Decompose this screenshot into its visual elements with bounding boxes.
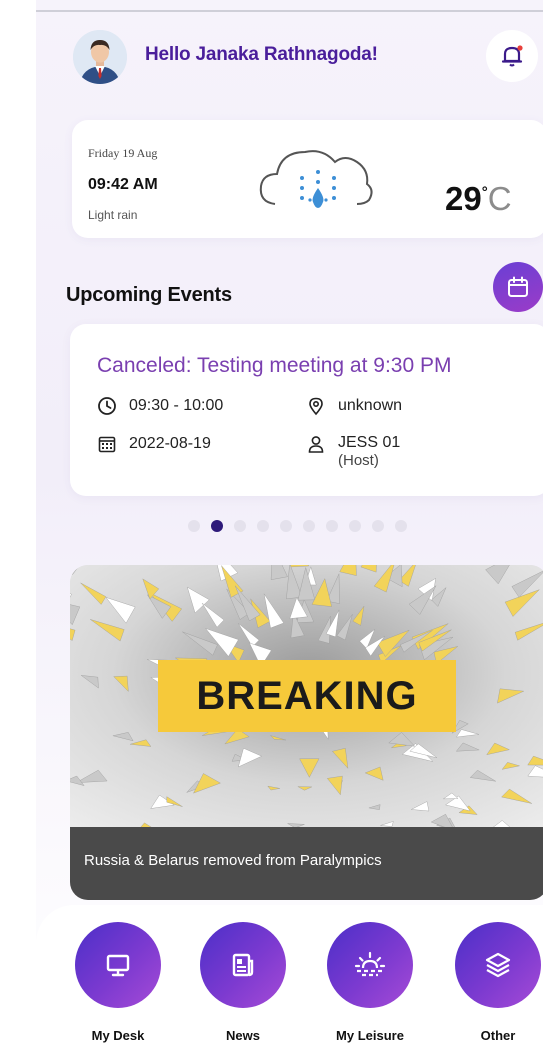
event-time-row: 09:30 - 10:00 bbox=[97, 396, 223, 416]
carousel-dot[interactable] bbox=[280, 520, 292, 532]
carousel-indicator[interactable] bbox=[188, 520, 407, 532]
nav-my-leisure-button[interactable] bbox=[327, 922, 413, 1008]
calendar-icon bbox=[508, 276, 528, 297]
event-time: 09:30 - 10:00 bbox=[129, 397, 224, 414]
temperature-unit: C bbox=[487, 180, 512, 217]
carousel-dot-active[interactable] bbox=[211, 520, 223, 532]
event-location-row: unknown bbox=[306, 396, 402, 416]
person-icon bbox=[308, 436, 324, 453]
nav-my-desk-button[interactable] bbox=[75, 922, 161, 1008]
event-card[interactable]: Canceled: Testing meeting at 9:30 PM 09:… bbox=[70, 324, 543, 496]
nav-my-leisure-label: My Leisure bbox=[336, 1028, 404, 1043]
upcoming-events-heading: Upcoming Events bbox=[66, 284, 232, 306]
nav-news-button[interactable] bbox=[200, 922, 286, 1008]
headline-bar: Russia & Belarus removed from Paralympic… bbox=[70, 827, 543, 900]
layers-icon bbox=[485, 952, 511, 978]
greeting-text: Hello Janaka Rathnagoda! bbox=[145, 44, 378, 65]
event-host-row: JESS 01 (Host) bbox=[306, 434, 400, 470]
carousel-dot[interactable] bbox=[395, 520, 407, 532]
temperature-value: 29 bbox=[445, 180, 482, 217]
news-headline[interactable]: Russia & Belarus removed from Paralympic… bbox=[84, 852, 382, 869]
sunrise-icon bbox=[354, 951, 386, 977]
event-date: 2022-08-19 bbox=[129, 435, 211, 452]
breaking-label: BREAKING bbox=[196, 673, 418, 718]
news-banner[interactable]: BREAKING Russia & Belarus removed from P… bbox=[70, 565, 543, 900]
weather-time: 09:42 AM bbox=[88, 176, 158, 193]
carousel-dot[interactable] bbox=[326, 520, 338, 532]
carousel-dot[interactable] bbox=[372, 520, 384, 532]
carousel-dot[interactable] bbox=[188, 520, 200, 532]
cloud-rain-icon bbox=[259, 150, 373, 208]
nav-my-desk[interactable]: My Desk bbox=[58, 922, 178, 1043]
calendar-grid-icon bbox=[98, 436, 116, 453]
monitor-icon bbox=[106, 954, 130, 977]
nav-other[interactable]: Other bbox=[438, 922, 543, 1043]
left-edge bbox=[0, 0, 36, 1040]
avatar-icon bbox=[73, 30, 127, 84]
event-title: Canceled: Testing meeting at 9:30 PM bbox=[97, 354, 452, 377]
event-host-name: JESS 01 bbox=[338, 434, 401, 451]
nav-news-label: News bbox=[226, 1028, 260, 1043]
carousel-dot[interactable] bbox=[303, 520, 315, 532]
event-host: JESS 01 (Host) bbox=[338, 434, 400, 470]
weather-card[interactable]: Friday 19 Aug 09:42 AM Light rain 29°C bbox=[72, 120, 543, 238]
event-host-role: (Host) bbox=[338, 452, 379, 469]
breaking-label-box: BREAKING bbox=[158, 660, 456, 732]
nav-my-desk-label: My Desk bbox=[91, 1028, 145, 1043]
location-pin-icon bbox=[309, 397, 323, 416]
event-location: unknown bbox=[338, 397, 403, 414]
app-screen: Hello Janaka Rathnagoda! Friday 19 Aug 0… bbox=[0, 0, 543, 1043]
nav-other-button[interactable] bbox=[455, 922, 541, 1008]
nav-news[interactable]: News bbox=[183, 922, 303, 1043]
nav-other-label: Other bbox=[480, 1028, 516, 1043]
notifications-button[interactable] bbox=[486, 30, 538, 82]
weather-date: Friday 19 Aug bbox=[88, 146, 158, 160]
weather-condition: Light rain bbox=[88, 208, 138, 222]
newspaper-icon bbox=[232, 953, 254, 977]
top-divider bbox=[36, 10, 543, 12]
carousel-dot[interactable] bbox=[234, 520, 246, 532]
carousel-dot[interactable] bbox=[257, 520, 269, 532]
carousel-dot[interactable] bbox=[349, 520, 361, 532]
event-date-row: 2022-08-19 bbox=[97, 434, 211, 454]
calendar-button[interactable] bbox=[493, 262, 543, 312]
bell-icon bbox=[501, 45, 523, 67]
clock-icon bbox=[98, 397, 116, 415]
weather-temperature: 29°C bbox=[445, 180, 512, 218]
degree-symbol: ° bbox=[481, 184, 488, 201]
nav-my-leisure[interactable]: My Leisure bbox=[310, 922, 430, 1043]
avatar[interactable] bbox=[73, 30, 127, 84]
